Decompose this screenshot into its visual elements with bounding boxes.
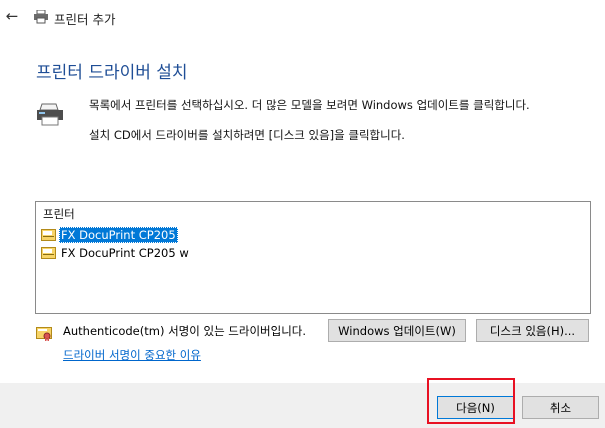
driver-icon [41,229,56,241]
printer-list[interactable]: 프린터 FX DocuPrint CP205 FX DocuPrint CP20… [35,201,591,314]
title-bar: ← 프린터 추가 [0,0,605,34]
instruction-text-1: 목록에서 프린터를 선택하십시오. 더 많은 모델을 보려면 Windows 업… [89,98,530,112]
list-item[interactable]: FX DocuPrint CP205 [41,227,178,243]
highlight-box [427,378,515,424]
driver-icon [41,247,56,259]
certificate-icon [36,327,52,341]
cancel-button[interactable]: 취소 [522,396,599,419]
list-item[interactable]: FX DocuPrint CP205 w [41,245,191,261]
page-title: 프린터 드라이버 설치 [36,63,188,83]
printer-large-icon [37,103,63,126]
window-title: 프린터 추가 [54,12,116,27]
list-item-label: FX DocuPrint CP205 [59,227,178,243]
back-arrow-icon[interactable]: ← [4,8,20,24]
signature-status-text: Authenticode(tm) 서명이 있는 드라이버입니다. [63,324,307,338]
list-item-label: FX DocuPrint CP205 w [61,246,189,260]
printer-icon [34,10,48,24]
printer-list-header: 프린터 [43,207,75,221]
driver-signing-link[interactable]: 드라이버 서명이 중요한 이유 [63,347,201,363]
have-disk-button[interactable]: 디스크 있음(H)... [476,319,589,342]
windows-update-button[interactable]: Windows 업데이트(W) [328,319,466,342]
instruction-text-2: 설치 CD에서 드라이버를 설치하려면 [디스크 있음]을 클릭합니다. [89,128,405,142]
